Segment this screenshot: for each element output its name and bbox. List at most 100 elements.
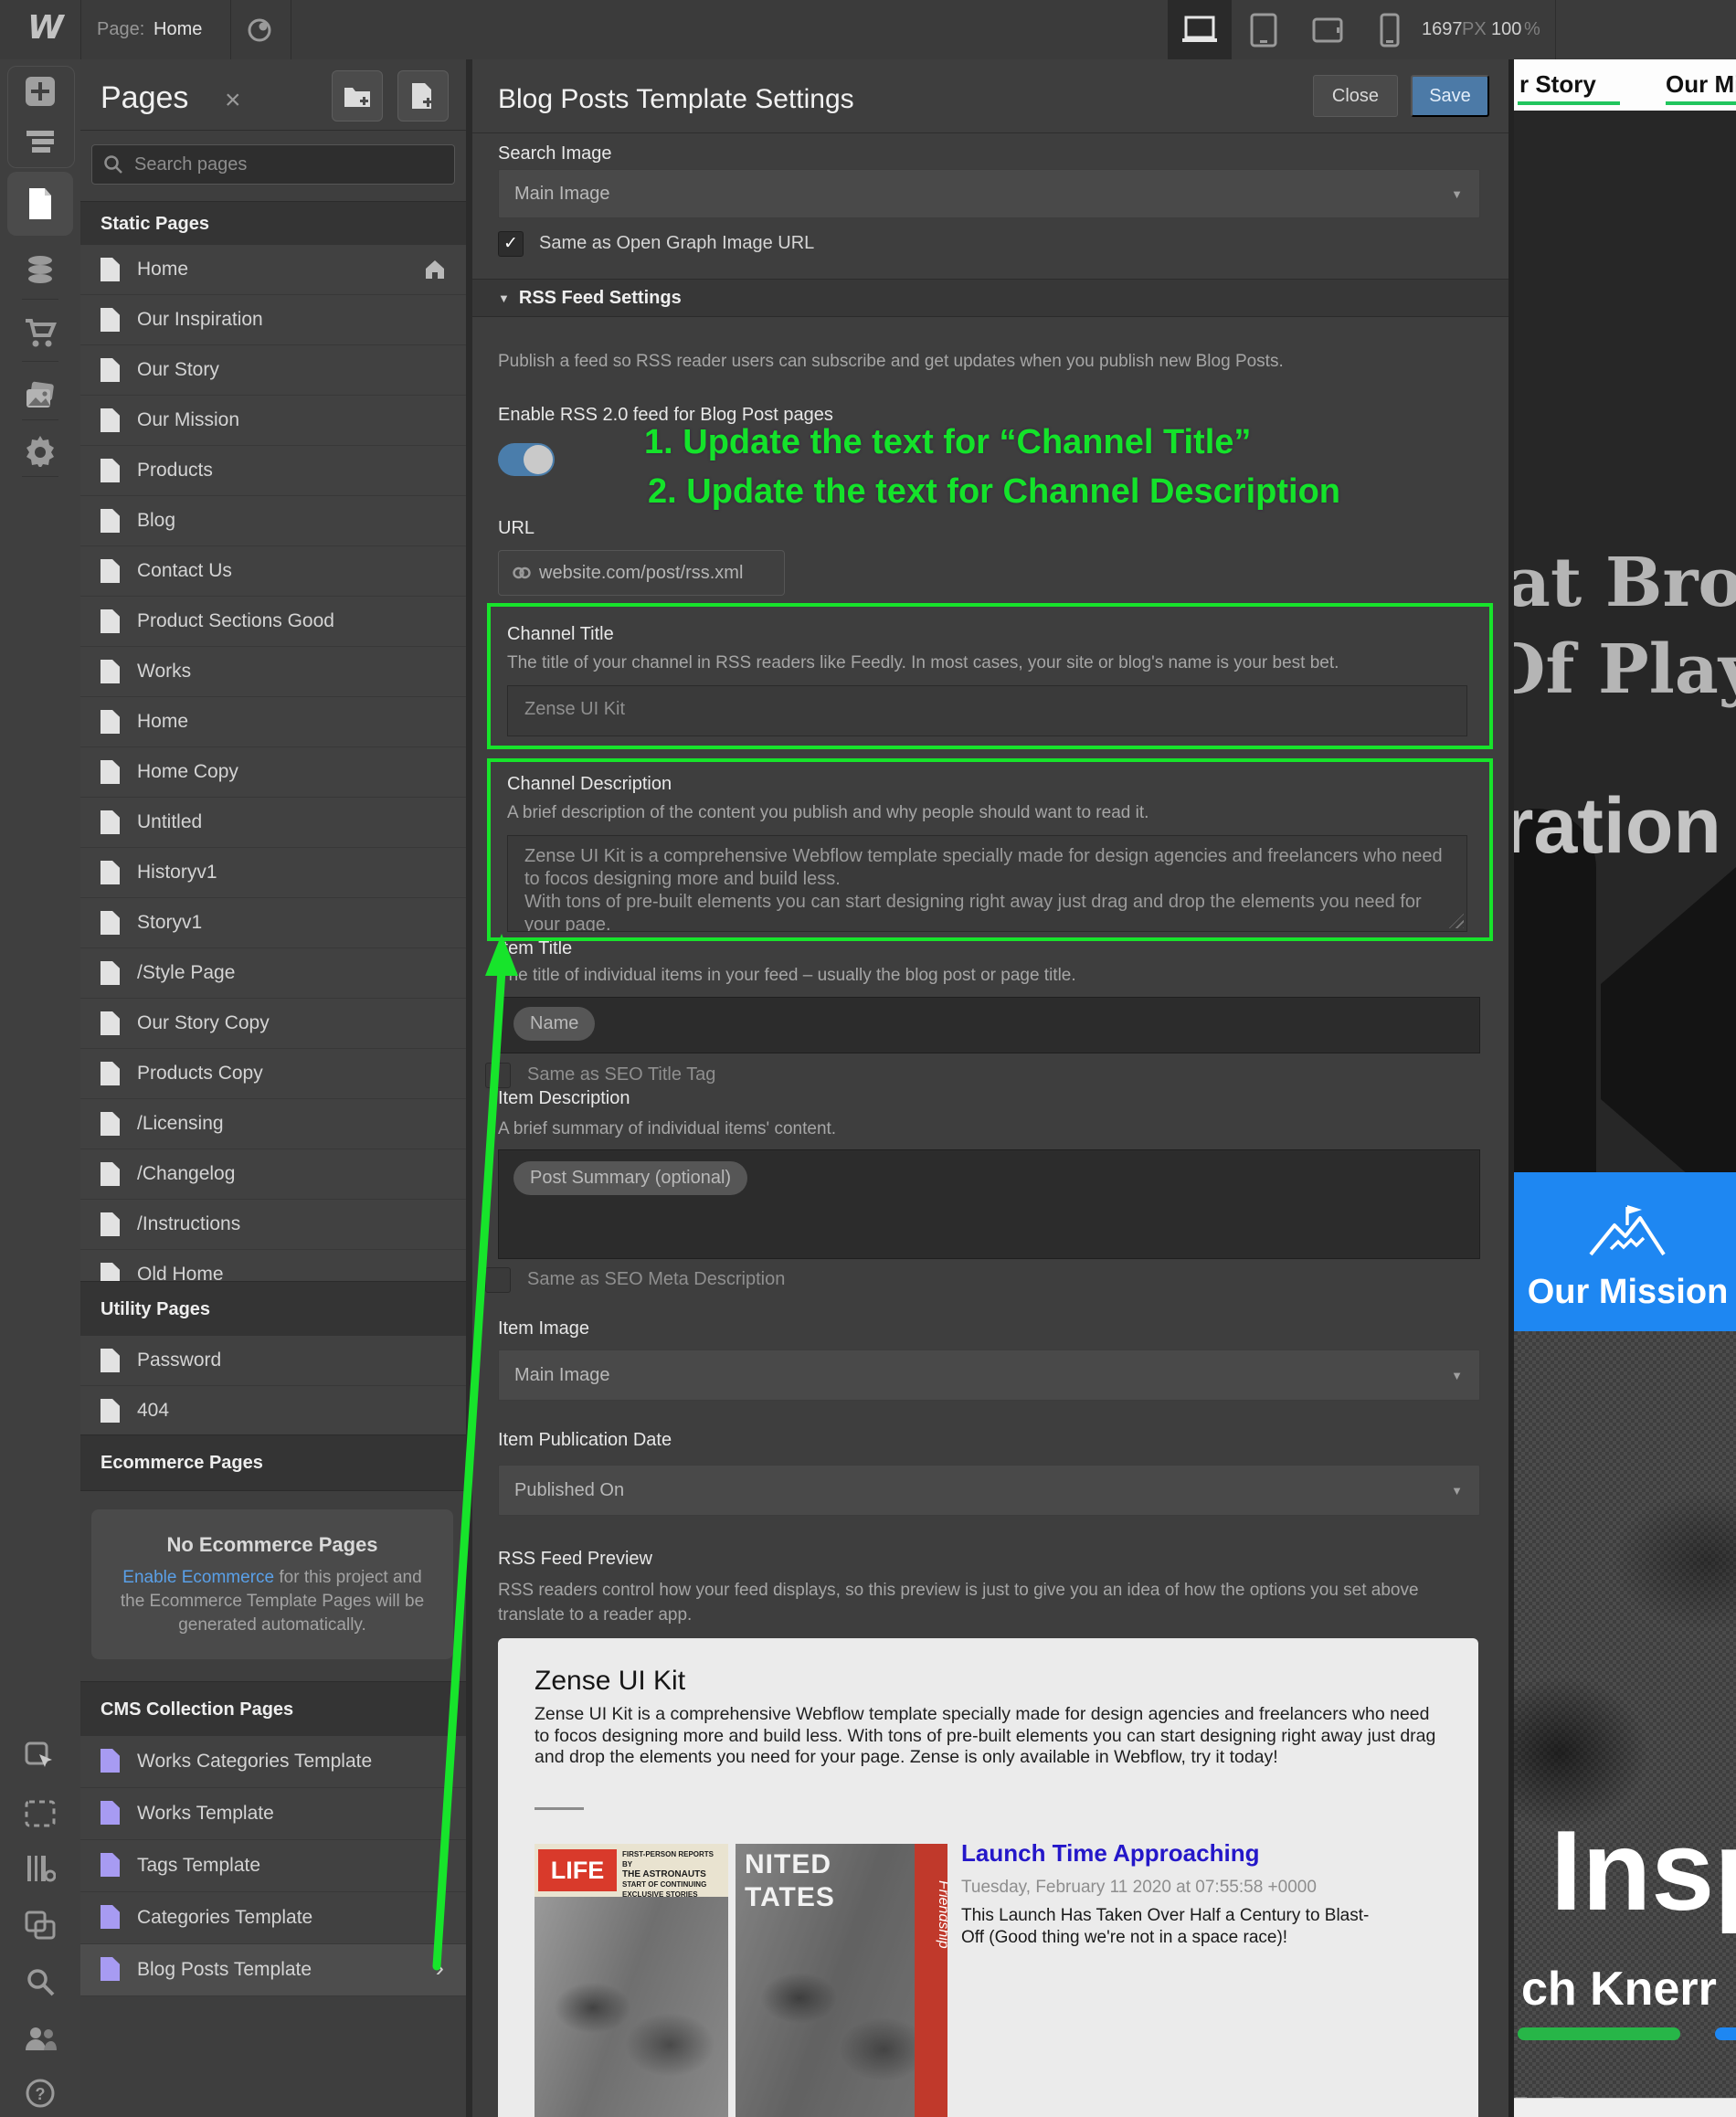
page-row[interactable]: Works: [80, 647, 466, 697]
pages-panel: Pages × Static Pages: [80, 59, 466, 2117]
our-mission-tile[interactable]: Our Mission: [1514, 1172, 1736, 1331]
page-row[interactable]: Products: [80, 446, 466, 496]
item-image-select[interactable]: Main Image ▼: [498, 1350, 1480, 1401]
chevron-down-icon: ▼: [1451, 1484, 1463, 1498]
nav-link-our-mission[interactable]: Our Missio: [1666, 70, 1736, 99]
page-row[interactable]: Password: [80, 1336, 466, 1386]
nav-underline: [1666, 101, 1736, 105]
page-row-cms[interactable]: Tags Template: [80, 1840, 466, 1892]
item-description-field[interactable]: Post Summary (optional): [498, 1149, 1480, 1259]
nav-link-our-story[interactable]: r Story: [1519, 70, 1596, 99]
post-summary-chip[interactable]: Post Summary (optional): [513, 1161, 747, 1195]
page-row[interactable]: Home: [80, 697, 466, 747]
divider: [22, 476, 58, 477]
page-row[interactable]: Contact Us: [80, 546, 466, 597]
page-row[interactable]: /Instructions: [80, 1200, 466, 1250]
breakpoint-tablet-icon[interactable]: [1232, 0, 1296, 59]
canvas-width-value[interactable]: 1697: [1422, 0, 1463, 59]
page-row[interactable]: Our Story: [80, 345, 466, 396]
item-pub-date-label: Item Publication Date: [498, 1430, 672, 1451]
toggle-knob: [524, 445, 553, 474]
page-row[interactable]: /Licensing: [80, 1099, 466, 1149]
rss-url-chip[interactable]: website.com/post/rss.xml: [498, 550, 785, 596]
page-row[interactable]: Untitled: [80, 798, 466, 848]
divider: [22, 419, 58, 420]
annotation-step2: 2. Update the text for Channel Descripti…: [648, 472, 1340, 512]
page-row[interactable]: Blog: [80, 496, 466, 546]
pages-icon[interactable]: [22, 185, 58, 222]
hero-heading-line2: Of Play: [1508, 630, 1736, 709]
components-icon[interactable]: [22, 1907, 58, 1943]
article-title-link[interactable]: Launch Time Approaching: [961, 1839, 1259, 1868]
page-row[interactable]: Product Sections Good: [80, 597, 466, 647]
cover-ribbon-text: Friendship: [935, 1880, 947, 1913]
blue-accent-bar: [1715, 2027, 1736, 2040]
page-row[interactable]: Our Mission: [80, 396, 466, 446]
page-row[interactable]: Historyv1: [80, 848, 466, 898]
cover-line: START OF CONTINUING: [622, 1879, 725, 1889]
close-button[interactable]: Close: [1313, 75, 1398, 117]
cms-pages-list: Works Categories Template Works Template…: [80, 1736, 466, 1996]
marquee-tool-icon[interactable]: [22, 1795, 58, 1832]
assets-icon[interactable]: [22, 377, 58, 414]
breakpoint-mobile-landscape-icon[interactable]: [1296, 0, 1360, 59]
page-row[interactable]: /Changelog: [80, 1149, 466, 1200]
page-row-cms[interactable]: Works Categories Template: [80, 1736, 466, 1788]
article-image-life-cover: LIFE FIRST-PERSON REPORTS BY THE ASTRONA…: [535, 1844, 728, 2117]
panel-gap: [466, 59, 472, 2117]
help-icon[interactable]: ?: [22, 2075, 58, 2112]
webflow-logo[interactable]: W: [27, 9, 64, 47]
page-bottom-band: [1514, 2098, 1736, 2117]
search-tool-icon[interactable]: [22, 1964, 58, 2000]
name-field-chip[interactable]: Name: [513, 1007, 595, 1041]
ecommerce-icon[interactable]: [22, 315, 58, 352]
page-row[interactable]: 404: [80, 1386, 466, 1436]
add-folder-button[interactable]: [332, 70, 383, 122]
nav-underline: [1518, 101, 1620, 105]
page-row[interactable]: Our Inspiration: [80, 295, 466, 345]
site-nav-band: r Story Our Missio: [1514, 59, 1736, 111]
seo-meta-checkbox[interactable]: [485, 1267, 511, 1293]
select-tool-icon[interactable]: [22, 1739, 58, 1775]
search-icon: [103, 154, 123, 175]
page-row-home[interactable]: Home: [80, 245, 466, 295]
page-row-cms[interactable]: Works Template: [80, 1788, 466, 1840]
page-row[interactable]: Storyv1: [80, 898, 466, 948]
seo-title-checkbox-label: Same as SEO Title Tag: [527, 1064, 715, 1085]
webflow-designer: W Page: Home: [0, 0, 1736, 2117]
og-image-checkbox[interactable]: ✓: [498, 231, 524, 257]
cms-collections-icon[interactable]: [22, 251, 58, 288]
canvas-width-unit: PX: [1462, 0, 1487, 59]
settings-gear-icon[interactable]: [22, 432, 58, 469]
community-icon[interactable]: [22, 2020, 58, 2057]
page-name[interactable]: Home: [153, 0, 202, 59]
page-row[interactable]: /Style Page: [80, 948, 466, 999]
preview-eye-icon[interactable]: [245, 16, 274, 44]
page-row[interactable]: Home Copy: [80, 747, 466, 798]
save-button[interactable]: Save: [1411, 75, 1489, 117]
page-row[interactable]: Our Story Copy: [80, 999, 466, 1049]
page-row-blog-posts-template[interactable]: Blog Posts Template ›: [80, 1944, 466, 1996]
zoom-value[interactable]: 100: [1491, 0, 1521, 59]
close-pages-panel-icon[interactable]: ×: [225, 85, 241, 116]
enable-ecommerce-link[interactable]: Enable Ecommerce: [122, 1568, 274, 1587]
audit-panel-icon[interactable]: [22, 1850, 58, 1887]
site-canvas-strip: r Story Our Missio at Broug Of Play rati…: [1508, 59, 1736, 2117]
seo-title-checkbox[interactable]: [485, 1063, 511, 1088]
page-row[interactable]: Products Copy: [80, 1049, 466, 1099]
enable-rss-toggle[interactable]: [498, 443, 555, 476]
item-title-field[interactable]: Name: [498, 997, 1480, 1053]
add-elements-icon[interactable]: [22, 73, 58, 110]
page-row-cms[interactable]: Categories Template: [80, 1892, 466, 1944]
search-pages-input[interactable]: [132, 153, 438, 176]
search-image-label: Search Image: [498, 143, 612, 164]
add-page-button[interactable]: [397, 70, 449, 122]
rss-feed-settings-section-header[interactable]: ▼ RSS Feed Settings: [472, 279, 1508, 317]
channel-title-highlight-box: [487, 603, 1493, 749]
item-pub-date-select[interactable]: Published On ▼: [498, 1465, 1480, 1516]
pages-search[interactable]: [91, 144, 455, 185]
search-image-select[interactable]: Main Image ▼: [498, 169, 1480, 218]
breakpoint-mobile-icon[interactable]: [1358, 0, 1422, 59]
breakpoint-desktop-icon[interactable]: [1168, 0, 1232, 59]
navigator-icon[interactable]: [22, 123, 58, 160]
